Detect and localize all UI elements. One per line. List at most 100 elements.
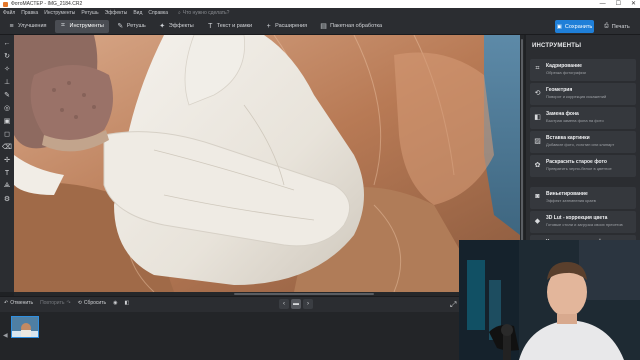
menu-file[interactable]: Файл	[3, 10, 15, 16]
tool-item-desc: Добавьте фото, логотип или клипарт	[546, 142, 615, 147]
plus-icon: +	[266, 22, 271, 30]
tool-item-title: 3D Lut - коррекция цвета	[546, 215, 608, 221]
menu-edit[interactable]: Правка	[21, 10, 38, 16]
tool-item-desc: Эффект затемнения краев	[546, 198, 596, 203]
photo-image	[14, 35, 520, 292]
sliders-icon: ≡	[9, 22, 14, 30]
lut-icon: ◆	[534, 217, 541, 225]
eraser-icon[interactable]: ⌫	[2, 142, 12, 152]
tool-item[interactable]: ◙ Виньетирование Эффект затемнения краев	[530, 187, 636, 209]
brush-tool-icon[interactable]: ✎	[2, 90, 12, 100]
filmstrip-thumbnail[interactable]	[11, 316, 39, 338]
redo-icon: ↷	[66, 300, 71, 306]
heal-icon[interactable]: ✢	[2, 155, 12, 165]
tool-item[interactable]: ◆ 3D Lut - коррекция цвета Готовые стили и…	[530, 211, 636, 233]
sharpen-icon[interactable]: ⟁	[2, 181, 12, 191]
undo-label: Отменить	[10, 300, 34, 306]
eye-icon: ◉	[113, 300, 118, 306]
fit-screen-icon: ⤢	[450, 300, 457, 309]
tab-label: Текст и рамки	[216, 23, 253, 29]
frame-icon[interactable]: ▣	[2, 116, 12, 126]
vertical-scroll-thumb[interactable]	[521, 39, 523, 269]
chevron-left-icon: ‹	[283, 301, 285, 307]
next-photo-button[interactable]: ›	[303, 299, 313, 309]
tool-item[interactable]: ⟲ Геометрия Поворот и коррекция искажений	[530, 83, 636, 105]
redo-label: Повторить	[40, 300, 65, 306]
redo-button[interactable]: Повторить ↷	[40, 300, 71, 306]
compare-button[interactable]: ◧	[124, 300, 129, 306]
close-button[interactable]: ✕	[631, 0, 636, 8]
menu-search[interactable]: ⌕ Что нужно сделать?	[178, 10, 229, 16]
gear-tool-icon[interactable]: ⚙	[2, 194, 12, 204]
save-icon: ▣	[556, 23, 562, 30]
back-arrow-icon[interactable]: ←	[2, 38, 12, 48]
background-icon: ◧	[534, 113, 541, 121]
left-toolbar: ← ↻ ✧ ⊥ ✎ ◎ ▣ ◻ ⌫ ✢ T ⟁ ⚙	[0, 35, 14, 292]
tool-item-desc: Обрезка фотографии	[546, 70, 586, 75]
search-placeholder: Что нужно сделать?	[182, 10, 230, 16]
app-logo-icon	[3, 1, 8, 7]
webcam-image	[459, 240, 640, 360]
webcam-overlay	[459, 240, 640, 360]
tab-1[interactable]: ⌗ Инструменты	[54, 19, 109, 33]
tool-item-title: Раскрасить старое фото	[546, 159, 607, 165]
filmstrip: ◀	[0, 312, 526, 360]
tab-2[interactable]: ✎ Ретушь	[112, 20, 151, 33]
menu-help[interactable]: Справка	[148, 10, 168, 16]
vignette-icon[interactable]: ◻	[2, 129, 12, 139]
batch-icon: ▤	[320, 23, 327, 30]
tab-label: Инструменты	[69, 23, 104, 29]
print-label: Печать	[611, 23, 630, 30]
vignette-icon: ◙	[535, 193, 540, 200]
tab-0[interactable]: ≡ Улучшения	[3, 20, 52, 33]
prev-photo-button[interactable]: ‹	[279, 299, 289, 309]
menu-view[interactable]: Вид	[133, 10, 142, 16]
main-toolbar: ≡ Улучшения ⌗ Инструменты ✎ Ретушь ✦ Эффекты T Те…	[0, 18, 640, 35]
tab-label: Эффекты	[168, 23, 194, 29]
undo-button[interactable]: ↶ Отменить	[4, 300, 33, 306]
image-icon: ▨	[534, 137, 541, 145]
tool-item-title: Вставка картинки	[546, 135, 590, 141]
tab-3[interactable]: ✦ Эффекты	[154, 20, 199, 33]
tab-4[interactable]: T Текст и рамки	[202, 20, 257, 33]
tool-item-desc: Готовые стили и загрузка своих пресетов	[546, 222, 623, 227]
filmstrip-left-arrow-icon[interactable]: ◀	[3, 332, 8, 339]
printer-icon: ⎙	[604, 23, 609, 29]
tools-panel-title: ИНСТРУМЕНТЫ	[532, 43, 582, 49]
tab-5[interactable]: + Расширения	[260, 20, 312, 33]
folder-icon: ▬	[293, 301, 299, 307]
reset-button[interactable]: ⟲ Сбросить	[78, 300, 106, 306]
tool-item-title: Геометрия	[546, 87, 573, 93]
print-button[interactable]: ⎙ Печать	[598, 20, 636, 33]
tool-item[interactable]: ▨ Вставка картинки Добавьте фото, логотип …	[530, 131, 636, 153]
target-icon[interactable]: ◎	[2, 103, 12, 113]
gallery-button[interactable]: ▬	[291, 299, 301, 309]
effects-icon: ✦	[159, 23, 166, 30]
title-bar: ФотоМАСТЕР - IMG_2184.CR2 — ☐ ✕	[0, 0, 640, 8]
text-icon: T	[208, 22, 213, 30]
rotate-icon[interactable]: ↻	[2, 51, 12, 61]
tool-item-desc: Превратить черно-белое в цветное	[546, 166, 612, 171]
tab-6[interactable]: ▤ Пакетная обработка	[315, 20, 387, 33]
menu-tools[interactable]: Инструменты	[44, 10, 75, 16]
photo-canvas[interactable]	[14, 35, 520, 292]
stamp-icon[interactable]: ⊥	[2, 77, 12, 87]
compare-icon: ◧	[124, 300, 130, 306]
reset-label: Сбросить	[83, 300, 107, 306]
maximize-button[interactable]: ☐	[616, 0, 621, 8]
save-button[interactable]: ▣ Сохранить	[555, 20, 594, 33]
tool-item[interactable]: ◧ Замена фона Быстрая замена фона на фото	[530, 107, 636, 129]
save-label: Сохранить	[564, 23, 593, 30]
preview-eye-button[interactable]: ◉	[113, 300, 117, 306]
tool-item[interactable]: ⌗ Кадрирование Обрезка фотографии	[530, 59, 636, 81]
fit-screen-button[interactable]: ⤢	[450, 300, 456, 310]
menu-retouch[interactable]: Ретушь	[81, 10, 98, 16]
brush-icon: ✎	[117, 23, 124, 30]
horizontal-scroll-thumb[interactable]	[234, 293, 374, 295]
minimize-button[interactable]: —	[600, 0, 606, 8]
tool-item-title: Замена фона	[546, 111, 579, 117]
menu-effects[interactable]: Эффекты	[105, 10, 128, 16]
tool-item[interactable]: ✿ Раскрасить старое фото Превратить черно-…	[530, 155, 636, 177]
text-tool-icon[interactable]: T	[2, 168, 12, 178]
effects-tool-icon[interactable]: ✧	[2, 64, 12, 74]
